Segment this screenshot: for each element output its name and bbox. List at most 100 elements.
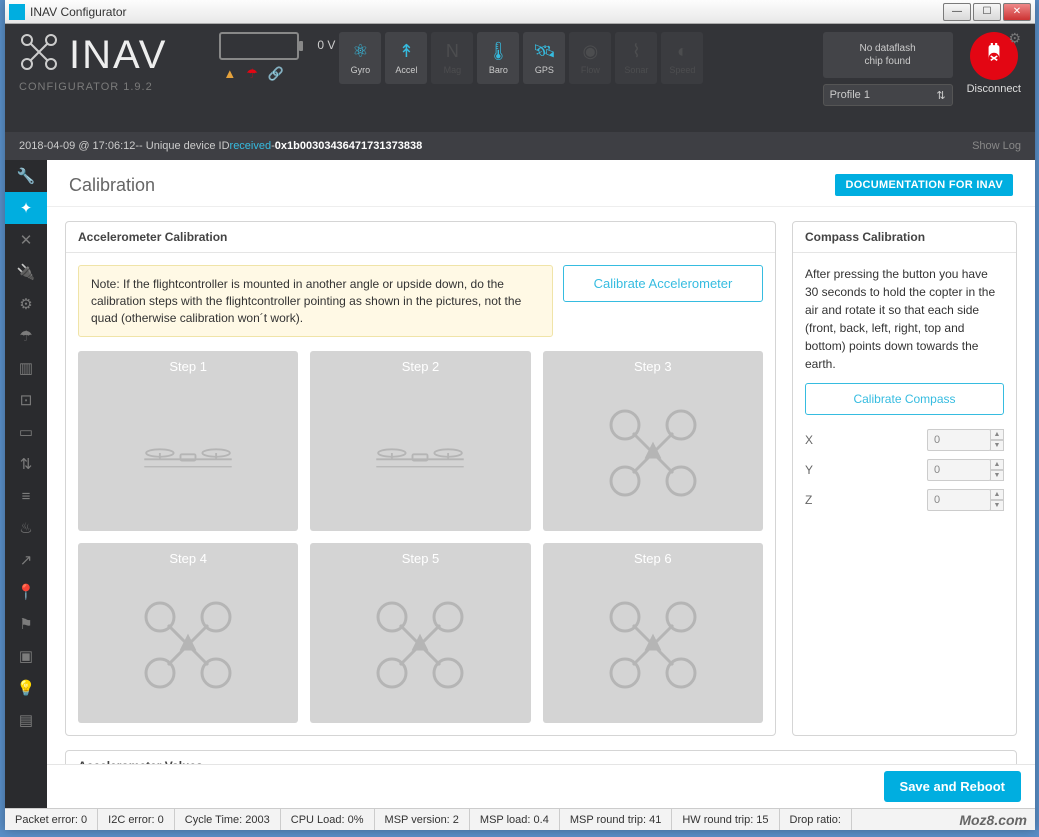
sensor-sonar[interactable]: ⌇Sonar bbox=[615, 32, 657, 84]
page-title: Calibration bbox=[69, 175, 835, 196]
sidebar-ports[interactable]: 🔌 bbox=[5, 256, 47, 288]
logo-block: INAV CONFIGURATOR 1.9.2 bbox=[19, 32, 167, 93]
step-orientation-icon bbox=[370, 574, 470, 715]
log-link[interactable]: received bbox=[230, 140, 272, 152]
maximize-button[interactable]: ☐ bbox=[973, 3, 1001, 21]
sensor-baro[interactable]: 🌡Baro bbox=[477, 32, 519, 84]
sensor-icon: 🛰 bbox=[533, 41, 556, 62]
chevron-updown-icon: ⇅ bbox=[936, 89, 945, 102]
minimize-button[interactable]: — bbox=[943, 3, 971, 21]
sidebar-servo[interactable]: ▭ bbox=[5, 416, 47, 448]
sidebar-gps[interactable]: 📍 bbox=[5, 576, 47, 608]
axis-input-z[interactable] bbox=[927, 489, 991, 511]
axis-label-z: Z bbox=[805, 493, 825, 507]
sidebar-setup[interactable]: 🔧 bbox=[5, 160, 47, 192]
sensor-label: Flow bbox=[581, 65, 600, 75]
step-label: Step 1 bbox=[169, 359, 207, 374]
show-log-button[interactable]: Show Log bbox=[972, 140, 1021, 152]
warning-icon: ▲ bbox=[223, 66, 236, 82]
step-card-6[interactable]: Step 6 bbox=[543, 543, 763, 723]
sidebar-mission[interactable]: ⚑ bbox=[5, 608, 47, 640]
calibrate-compass-button[interactable]: Calibrate Compass bbox=[805, 383, 1004, 415]
stat-packet-error: Packet error: 0 bbox=[5, 809, 98, 830]
device-id: 0x1b00303436471731373838 bbox=[275, 140, 422, 152]
step-orientation-icon bbox=[138, 382, 238, 523]
step-card-3[interactable]: Step 3 bbox=[543, 351, 763, 531]
battery-indicator: 0 V ▲ ☂ 🔗 bbox=[219, 32, 299, 82]
calibrate-accelerometer-button[interactable]: Calibrate Accelerometer bbox=[563, 265, 763, 302]
sensor-icon: ◉ bbox=[583, 41, 599, 62]
sensor-label: Mag bbox=[444, 65, 462, 75]
spinner-down[interactable]: ▼ bbox=[990, 500, 1004, 511]
sensor-bar: ⚛Gyro↟Accel N Mag 🌡Baro 🛰 GPS ◉ Flow ⌇Sonar◐Spee… bbox=[339, 32, 703, 84]
sensor-flow[interactable]: ◉ Flow bbox=[569, 32, 611, 84]
sidebar-tree[interactable]: ▥ bbox=[5, 352, 47, 384]
stat-msp-version: MSP version: 2 bbox=[375, 809, 470, 830]
settings-gear-icon[interactable]: ⚙ bbox=[1008, 30, 1021, 47]
step-card-4[interactable]: Step 4 bbox=[78, 543, 298, 723]
sidebar-osd[interactable]: ▣ bbox=[5, 640, 47, 672]
sensor-gps[interactable]: 🛰 GPS bbox=[523, 32, 565, 84]
sidebar-failsafe[interactable]: ☂ bbox=[5, 320, 47, 352]
stat-i2c-error: I2C error: 0 bbox=[98, 809, 175, 830]
spinner-up[interactable]: ▲ bbox=[990, 459, 1004, 470]
step-label: Step 5 bbox=[402, 551, 440, 566]
brand-name: INAV bbox=[69, 35, 167, 75]
sensor-accel[interactable]: ↟Accel bbox=[385, 32, 427, 84]
sensor-icon: N bbox=[446, 41, 459, 62]
step-label: Step 2 bbox=[402, 359, 440, 374]
stat-msp-rt: MSP round trip: 41 bbox=[560, 809, 673, 830]
log-timestamp: 2018-04-09 @ 17:06:12 bbox=[19, 140, 135, 152]
sidebar-pid[interactable]: ≡ bbox=[5, 480, 47, 512]
app-icon bbox=[9, 4, 25, 20]
close-button[interactable]: ✕ bbox=[1003, 3, 1031, 21]
sidebar: 🔧 ✦ ✕ 🔌 ⚙ ☂ ▥ ⊡ ▭ ⇅ ≡ ♨ ↗ 📍 ⚑ ▣ 💡 ▤ bbox=[5, 160, 47, 808]
sidebar-config[interactable]: ⚙ bbox=[5, 288, 47, 320]
compass-panel: Compass Calibration After pressing the b… bbox=[792, 221, 1017, 736]
window-titlebar: INAV Configurator — ☐ ✕ bbox=[5, 0, 1035, 24]
documentation-button[interactable]: DOCUMENTATION FOR INAV bbox=[835, 174, 1013, 196]
step-orientation-icon bbox=[370, 382, 470, 523]
sensor-icon: ◐ bbox=[677, 41, 688, 62]
window-title: INAV Configurator bbox=[30, 5, 943, 19]
spinner-down[interactable]: ▼ bbox=[990, 440, 1004, 451]
brand-subtitle: CONFIGURATOR 1.9.2 bbox=[19, 81, 167, 93]
step-card-2[interactable]: Step 2 bbox=[310, 351, 530, 531]
spinner-up[interactable]: ▲ bbox=[990, 429, 1004, 440]
sidebar-mixer[interactable]: ✕ bbox=[5, 224, 47, 256]
log-bar: 2018-04-09 @ 17:06:12 -- Unique device I… bbox=[5, 132, 1035, 160]
save-reboot-button[interactable]: Save and Reboot bbox=[884, 771, 1021, 802]
status-bar: Packet error: 0 I2C error: 0 Cycle Time:… bbox=[5, 808, 1035, 830]
sensor-gyro[interactable]: ⚛Gyro bbox=[339, 32, 381, 84]
sidebar-led[interactable]: 💡 bbox=[5, 672, 47, 704]
stat-msp-load: MSP load: 0.4 bbox=[470, 809, 560, 830]
spinner-down[interactable]: ▼ bbox=[990, 470, 1004, 481]
step-orientation-icon bbox=[603, 574, 703, 715]
sensor-label: GPS bbox=[535, 65, 554, 75]
step-label: Step 4 bbox=[169, 551, 207, 566]
sensor-speed[interactable]: ◐Speed bbox=[661, 32, 703, 84]
step-card-5[interactable]: Step 5 bbox=[310, 543, 530, 723]
sidebar-advanced[interactable]: ♨ bbox=[5, 512, 47, 544]
step-label: Step 6 bbox=[634, 551, 672, 566]
sensor-mag[interactable]: N Mag bbox=[431, 32, 473, 84]
watermark: Moz8.com bbox=[951, 812, 1035, 828]
compass-description: After pressing the button you have 30 se… bbox=[805, 265, 1004, 373]
profile-select[interactable]: Profile 1⇅ bbox=[823, 84, 953, 106]
axis-input-x[interactable] bbox=[927, 429, 991, 451]
compass-panel-title: Compass Calibration bbox=[793, 222, 1016, 253]
spinner-up[interactable]: ▲ bbox=[990, 489, 1004, 500]
sidebar-logging[interactable]: ▤ bbox=[5, 704, 47, 736]
sidebar-receiver[interactable]: ↗ bbox=[5, 544, 47, 576]
brand-icon bbox=[19, 32, 59, 77]
sidebar-node[interactable]: ⊡ bbox=[5, 384, 47, 416]
link-icon: 🔗 bbox=[268, 66, 284, 82]
sensor-label: Baro bbox=[489, 65, 508, 75]
axis-input-y[interactable] bbox=[927, 459, 991, 481]
sensor-icon: ↟ bbox=[399, 41, 414, 62]
step-label: Step 3 bbox=[634, 359, 672, 374]
sensor-icon: ⌇ bbox=[632, 41, 641, 62]
sidebar-calibration[interactable]: ✦ bbox=[5, 192, 47, 224]
step-card-1[interactable]: Step 1 bbox=[78, 351, 298, 531]
sidebar-tuning[interactable]: ⇅ bbox=[5, 448, 47, 480]
